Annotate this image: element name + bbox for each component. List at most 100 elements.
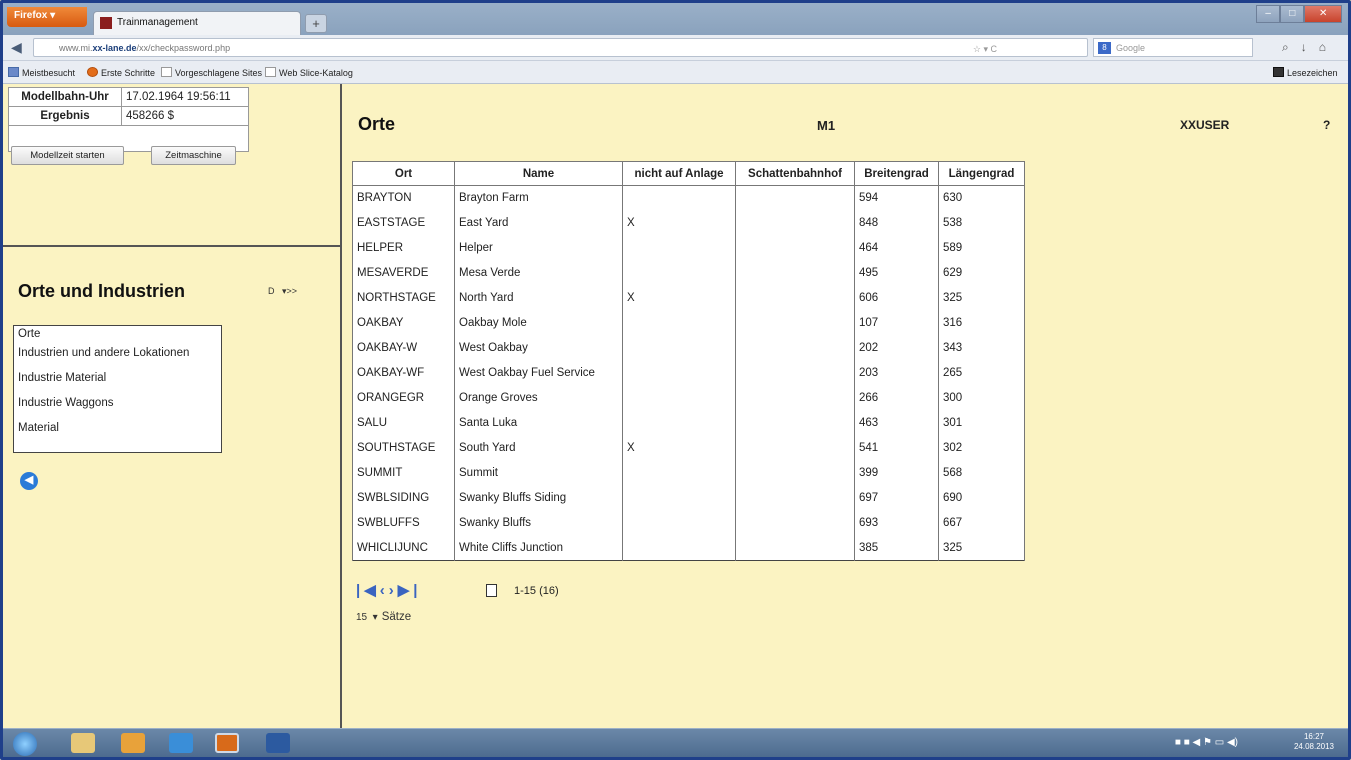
table-cell [735, 435, 855, 461]
table-cell: ORANGEGR [352, 385, 455, 411]
url-domain: xx-lane.de [92, 43, 137, 53]
table-cell [735, 360, 855, 386]
sidebar-item-industrien[interactable]: Industrien und andere Lokationen [14, 343, 221, 368]
last-page-icon[interactable]: ▶| [398, 582, 422, 599]
col-header-nicht-auf-anlage[interactable]: nicht auf Anlage [622, 161, 736, 186]
table-cell: 541 [854, 435, 939, 461]
outlook-icon[interactable] [121, 733, 145, 753]
page-size-value: 15 [356, 612, 368, 623]
table-row[interactable]: BRAYTON Brayton Farm 594 630 [352, 185, 1025, 211]
col-header-laengengrad[interactable]: Längengrad [938, 161, 1025, 186]
go-button[interactable]: >> [287, 286, 298, 296]
search-input[interactable]: 8 Google [1093, 38, 1253, 57]
bookmark-web-slice[interactable]: Web Slice-Katalog [265, 67, 353, 78]
page-range: 1-15 (16) [514, 585, 559, 597]
table-row[interactable]: OAKBAY-WF West Oakbay Fuel Service 203 265 [352, 360, 1025, 386]
table-cell: SALU [352, 410, 455, 436]
table-row[interactable]: SWBLSIDING Swanky Bluffs Siding 697 690 [352, 485, 1025, 511]
bookmark-erste-schritte[interactable]: Erste Schritte [87, 67, 155, 78]
table-cell: SWBLSIDING [352, 485, 455, 511]
table-cell: Swanky Bluffs Siding [454, 485, 623, 511]
sidebar-item-industrie-material[interactable]: Industrie Material [14, 368, 221, 393]
table-row[interactable]: SOUTHSTAGE South Yard X 541 302 [352, 435, 1025, 461]
table-cell: Orange Groves [454, 385, 623, 411]
table-row[interactable]: SALU Santa Luka 463 301 [352, 410, 1025, 436]
system-tray-icons[interactable]: ■ ■ ◀ ⚑ ▭ ◀) [1175, 737, 1238, 748]
close-icon[interactable]: ✕ [1304, 5, 1342, 23]
maximize-icon[interactable]: □ [1280, 5, 1305, 23]
tab-favicon-icon [100, 17, 112, 29]
word-icon[interactable] [266, 733, 290, 753]
bookmarks-menu[interactable]: Lesezeichen [1273, 67, 1338, 78]
table-cell: 693 [854, 510, 939, 536]
table-cell [735, 410, 855, 436]
table-cell [622, 460, 736, 486]
bookmark-vorgeschlagene[interactable]: Vorgeschlagene Sites [161, 67, 262, 78]
table-cell [735, 260, 855, 286]
nav-tools-icons[interactable]: ⌕↓⌂ [1282, 40, 1338, 55]
firefox-menu-button[interactable]: Firefox ▾ [7, 7, 87, 27]
page-title: Orte [358, 114, 396, 134]
page-size-select[interactable]: 15 ▾ Sätze [356, 611, 411, 623]
col-header-breitengrad[interactable]: Breitengrad [854, 161, 939, 186]
table-cell [622, 510, 736, 536]
back-circle-icon[interactable]: ◀ [20, 472, 38, 490]
reload-icon[interactable]: ☆ ▾ C [973, 44, 997, 55]
table-cell: 385 [854, 535, 939, 561]
table-cell: 325 [938, 285, 1025, 311]
table-cell: 697 [854, 485, 939, 511]
navigation-bar: ◀ www.mi.xx-lane.de/xx/checkpassword.php… [3, 35, 1348, 61]
table-cell: 203 [854, 360, 939, 386]
new-tab-button[interactable]: + [305, 14, 327, 33]
table-cell [735, 210, 855, 236]
table-row[interactable]: ORANGEGR Orange Groves 266 300 [352, 385, 1025, 411]
table-row[interactable]: NORTHSTAGE North Yard X 606 325 [352, 285, 1025, 311]
back-arrow-icon[interactable]: ◀ [11, 39, 22, 56]
firefox-taskbar-icon[interactable] [215, 733, 239, 753]
time-machine-button[interactable]: Zeitmaschine [151, 146, 236, 165]
result-value: 458266 $ [121, 106, 249, 126]
table-cell: 464 [854, 235, 939, 261]
url-bar[interactable]: www.mi.xx-lane.de/xx/checkpassword.php ☆… [33, 38, 1088, 57]
taskbar-clock[interactable]: 16:27 24.08.2013 [1294, 732, 1334, 752]
table-row[interactable]: HELPER Helper 464 589 [352, 235, 1025, 261]
sidebar-item-material[interactable]: Material [14, 418, 221, 443]
sidebar-item-orte[interactable]: Orte [14, 326, 221, 343]
user-name[interactable]: XXUSER [1180, 118, 1229, 132]
table-cell: 589 [938, 235, 1025, 261]
table-row[interactable]: OAKBAY-W West Oakbay 202 343 [352, 335, 1025, 361]
language-select[interactable]: D ▾>> [268, 286, 297, 297]
start-model-time-button[interactable]: Modellzeit starten [11, 146, 124, 165]
col-header-schattenbahnhof[interactable]: Schattenbahnhof [735, 161, 855, 186]
next-page-icon[interactable]: › [389, 582, 398, 599]
table-row[interactable]: SUMMIT Summit 399 568 [352, 460, 1025, 486]
table-cell: 300 [938, 385, 1025, 411]
sidebar-item-industrie-waggons[interactable]: Industrie Waggons [14, 393, 221, 418]
table-row[interactable]: OAKBAY Oakbay Mole 107 316 [352, 310, 1025, 336]
minimize-icon[interactable]: – [1256, 5, 1281, 23]
table-cell [622, 260, 736, 286]
table-cell: WHICLIJUNC [352, 535, 455, 561]
table-row[interactable]: MESAVERDE Mesa Verde 495 629 [352, 260, 1025, 286]
table-row[interactable]: EASTSTAGE East Yard X 848 538 [352, 210, 1025, 236]
table-cell [735, 385, 855, 411]
table-cell: Brayton Farm [454, 185, 623, 211]
table-cell [735, 335, 855, 361]
table-row[interactable]: WHICLIJUNC White Cliffs Junction 385 325 [352, 535, 1025, 561]
first-page-icon[interactable]: |◀ [356, 582, 380, 599]
help-link[interactable]: ? [1323, 118, 1330, 132]
table-cell: Summit [454, 460, 623, 486]
col-header-ort[interactable]: Ort [352, 161, 455, 186]
ie-icon[interactable] [169, 733, 193, 753]
table-cell [622, 335, 736, 361]
page-icon [265, 67, 276, 77]
browser-tab[interactable]: Trainmanagement [93, 11, 301, 35]
prev-page-icon[interactable]: ‹ [380, 582, 389, 599]
explorer-icon[interactable] [71, 733, 95, 753]
bookmark-meistbesucht[interactable]: Meistbesucht [8, 67, 75, 78]
col-header-name[interactable]: Name [454, 161, 623, 186]
start-button-icon[interactable] [13, 732, 37, 756]
table-cell: 301 [938, 410, 1025, 436]
table-row[interactable]: SWBLUFFS Swanky Bluffs 693 667 [352, 510, 1025, 536]
table-cell: 399 [854, 460, 939, 486]
